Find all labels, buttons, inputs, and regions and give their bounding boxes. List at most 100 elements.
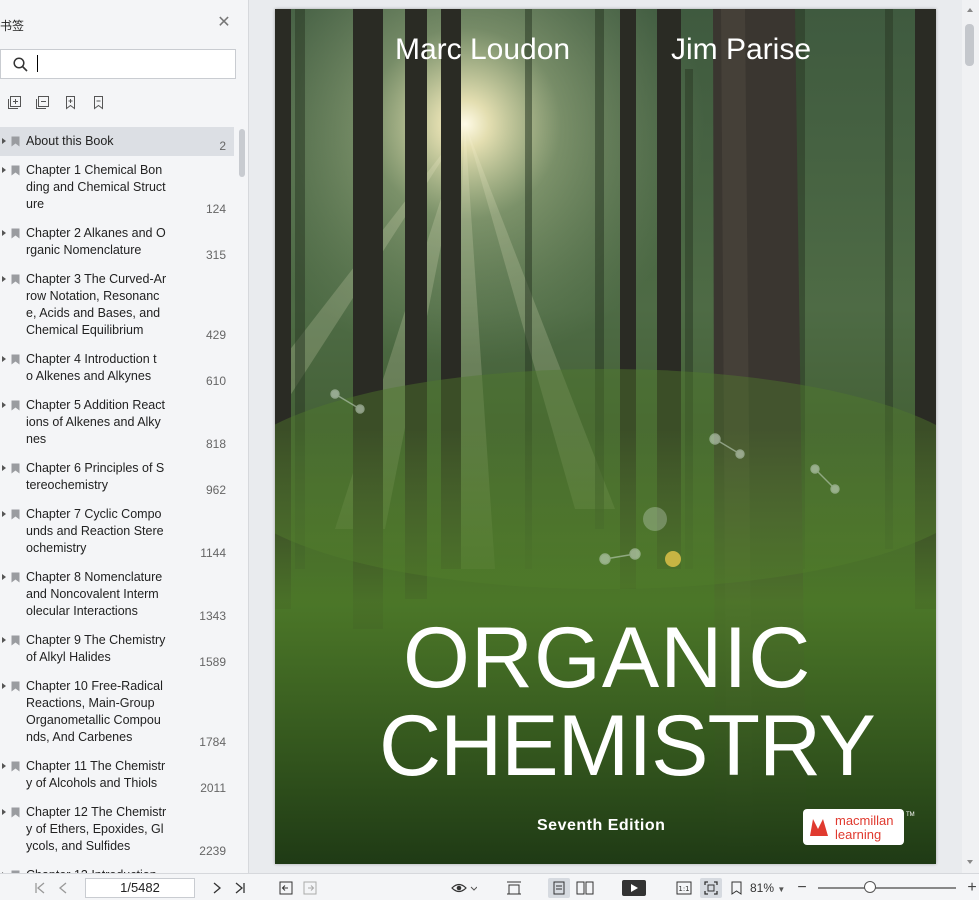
bookmark-search-input[interactable] bbox=[35, 55, 230, 73]
fit-page-icon[interactable] bbox=[700, 878, 722, 898]
first-page-icon[interactable] bbox=[33, 880, 47, 895]
bookmark-item[interactable]: Chapter 9 The Chemistry of Alkyl Halides… bbox=[0, 626, 234, 672]
bookmark-item[interactable]: Chapter 10 Free-Radical Reactions, Main-… bbox=[0, 672, 234, 752]
bookmark-label: Chapter 11 The Chemistr y of Alcohols an… bbox=[26, 759, 166, 790]
scroll-down-arrow-icon[interactable] bbox=[967, 860, 973, 864]
bookmark-label: Chapter 7 Cyclic Compo unds and Reaction… bbox=[26, 507, 164, 555]
bookmark-flag-icon bbox=[11, 681, 20, 692]
bookmark-item[interactable]: Chapter 3 The Curved-Ar row Notation, Re… bbox=[0, 265, 234, 345]
bookmark-label: Chapter 8 Nomenclature and Noncovalent I… bbox=[26, 570, 163, 618]
zoom-out-icon[interactable]: − bbox=[796, 879, 808, 896]
bookmark-search-box[interactable] bbox=[0, 49, 236, 79]
book-title-line2: CHEMISTRY bbox=[379, 698, 876, 794]
pdf-reader-window: 书签 ✕ About this Book 2 Chapter 1 Chemica… bbox=[0, 0, 979, 900]
zoom-in-icon[interactable]: + bbox=[966, 879, 978, 896]
bookmark-item[interactable]: Chapter 8 Nomenclature and Noncovalent I… bbox=[0, 563, 234, 626]
bookmark-label: Chapter 2 Alkanes and O rganic Nomenclat… bbox=[26, 226, 166, 257]
bookmark-flag-icon bbox=[11, 572, 20, 583]
slideshow-play-icon[interactable] bbox=[622, 879, 646, 896]
two-page-view-icon[interactable] bbox=[576, 880, 594, 895]
bookmark-item[interactable]: Chapter 7 Cyclic Compo unds and Reaction… bbox=[0, 500, 234, 563]
expand-arrow-icon[interactable] bbox=[2, 230, 6, 236]
bookmark-item[interactable]: Chapter 2 Alkanes and O rganic Nomenclat… bbox=[0, 219, 234, 265]
bookmark-panel: 书签 ✕ About this Book 2 Chapter 1 Chemica… bbox=[0, 0, 249, 873]
expand-arrow-icon[interactable] bbox=[2, 763, 6, 769]
expand-arrow-icon[interactable] bbox=[2, 465, 6, 471]
bookmark-item[interactable]: Chapter 6 Principles of S tereochemistry… bbox=[0, 454, 234, 500]
go-forward-icon[interactable] bbox=[302, 880, 317, 895]
bookmark-flag-icon bbox=[11, 165, 20, 176]
zoom-level-value: 81% bbox=[750, 881, 775, 895]
single-page-view-icon[interactable] bbox=[548, 878, 570, 898]
expand-arrow-icon[interactable] bbox=[2, 402, 6, 408]
zoom-slider-track[interactable] bbox=[818, 887, 956, 889]
delete-bookmark-icon[interactable] bbox=[90, 94, 106, 110]
actual-size-icon[interactable]: 1:1 bbox=[676, 880, 692, 895]
next-page-icon[interactable] bbox=[211, 880, 223, 895]
bookmark-page-number: 818 bbox=[205, 437, 226, 451]
macmillan-m-icon bbox=[810, 819, 828, 836]
last-page-icon[interactable] bbox=[233, 880, 247, 895]
expand-arrow-icon[interactable] bbox=[2, 511, 6, 517]
sidebar-scrollbar[interactable] bbox=[239, 129, 245, 177]
add-bookmark-icon[interactable] bbox=[62, 94, 78, 110]
document-scrollbar[interactable] bbox=[962, 0, 979, 873]
expand-arrow-icon[interactable] bbox=[2, 637, 6, 643]
bookmark-flag-icon bbox=[11, 509, 20, 520]
document-view[interactable]: Marc Loudon Jim Parise ORGANIC CHEMISTRY… bbox=[250, 0, 979, 873]
expand-arrow-icon[interactable] bbox=[2, 356, 6, 362]
bookmark-flag-icon bbox=[11, 463, 20, 474]
bookmark-item[interactable]: Chapter 13 Introduction bbox=[0, 861, 234, 873]
expand-arrow-icon[interactable] bbox=[2, 809, 6, 815]
bookmark-flag-icon bbox=[11, 274, 20, 285]
bookmark-item[interactable]: Chapter 4 Introduction t o Alkenes and A… bbox=[0, 345, 234, 391]
close-panel-icon[interactable]: ✕ bbox=[217, 15, 231, 31]
bookmark-item[interactable]: Chapter 11 The Chemistr y of Alcohols an… bbox=[0, 752, 234, 798]
author-marc-loudon: Marc Loudon bbox=[395, 33, 571, 66]
edition-label: Seventh Edition bbox=[537, 817, 666, 834]
bookmark-label: Chapter 5 Addition React ions of Alkenes… bbox=[26, 398, 165, 446]
expand-arrow-icon[interactable] bbox=[2, 167, 6, 173]
bookmark-item[interactable]: About this Book 2 bbox=[0, 127, 234, 156]
bookmark-label: Chapter 9 The Chemistry of Alkyl Halides bbox=[26, 633, 166, 664]
bookmark-flag-icon bbox=[11, 136, 20, 147]
bookmark-label: About this Book bbox=[26, 134, 114, 148]
zoom-level-dropdown[interactable]: 81% ▼ bbox=[750, 881, 785, 895]
bookmark-item[interactable]: Chapter 12 The Chemistr y of Ethers, Epo… bbox=[0, 798, 234, 861]
scrollbar-thumb[interactable] bbox=[965, 24, 974, 66]
expand-arrow-icon[interactable] bbox=[2, 138, 6, 144]
bookmark-item[interactable]: Chapter 5 Addition React ions of Alkenes… bbox=[0, 391, 234, 454]
author-jim-parise: Jim Parise bbox=[671, 33, 812, 66]
bookmark-page-number: 1343 bbox=[199, 609, 226, 623]
bookmark-label: Chapter 6 Principles of S tereochemistry bbox=[26, 461, 165, 492]
bookmark-page-number: 1784 bbox=[199, 735, 226, 749]
zoom-options-icon[interactable] bbox=[728, 880, 746, 895]
expand-all-icon[interactable] bbox=[6, 94, 22, 110]
bookmark-flag-icon bbox=[11, 807, 20, 818]
bookmark-label: Chapter 3 The Curved-Ar row Notation, Re… bbox=[26, 272, 167, 337]
scroll-up-arrow-icon[interactable] bbox=[967, 8, 973, 12]
eye-read-mode-icon[interactable] bbox=[450, 880, 478, 895]
fit-width-icon[interactable] bbox=[505, 880, 523, 895]
bookmark-page-number: 2 bbox=[219, 139, 226, 153]
bookmark-list: About this Book 2 Chapter 1 Chemical Bon d… bbox=[0, 127, 240, 873]
bookmark-label: Chapter 1 Chemical Bon ding and Chemical… bbox=[26, 163, 166, 211]
chevron-down-icon: ▼ bbox=[777, 885, 786, 894]
zoom-slider-knob[interactable] bbox=[864, 881, 877, 893]
go-back-icon[interactable] bbox=[278, 880, 293, 895]
book-cover-page: Marc Loudon Jim Parise ORGANIC CHEMISTRY… bbox=[275, 9, 936, 864]
svg-text:1:1: 1:1 bbox=[678, 885, 689, 893]
page-number-input[interactable]: 1/5482 bbox=[85, 878, 195, 898]
bookmark-page-number: 1589 bbox=[199, 655, 226, 669]
status-toolbar: 1/5482 1:1 81% ▼ − + bbox=[0, 873, 979, 900]
previous-page-icon[interactable] bbox=[57, 880, 69, 895]
bookmark-toolbar bbox=[6, 94, 106, 110]
bookmark-item[interactable]: Chapter 1 Chemical Bon ding and Chemical… bbox=[0, 156, 234, 219]
collapse-all-icon[interactable] bbox=[34, 94, 50, 110]
expand-arrow-icon[interactable] bbox=[2, 276, 6, 282]
trademark-mark: TM bbox=[906, 812, 915, 818]
publisher-name-line2: learning bbox=[835, 827, 882, 842]
expand-arrow-icon[interactable] bbox=[2, 683, 6, 689]
book-title-line1: ORGANIC bbox=[403, 610, 812, 706]
expand-arrow-icon[interactable] bbox=[2, 574, 6, 580]
